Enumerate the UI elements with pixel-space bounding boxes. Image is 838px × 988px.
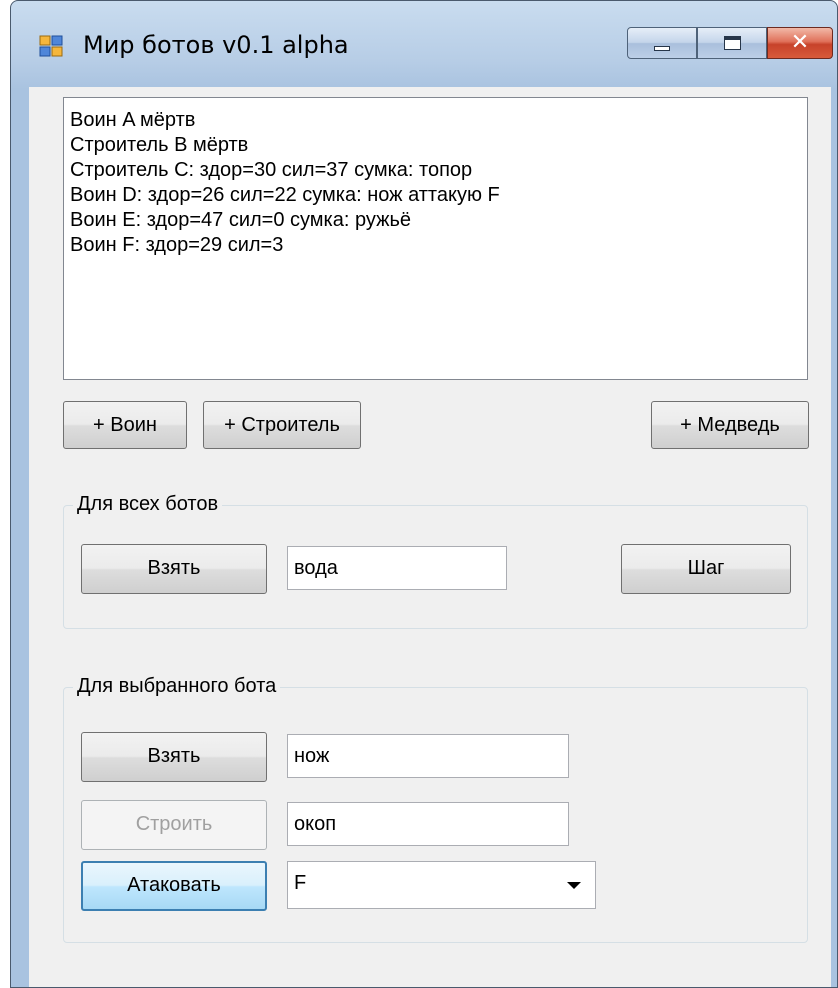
step-button[interactable]: Шаг — [621, 544, 791, 594]
chevron-down-icon[interactable] — [567, 882, 581, 889]
app-icon — [39, 35, 63, 57]
log-line[interactable]: Строитель C: здор=30 сил=37 сумка: топор — [70, 158, 801, 183]
client-area: Воин A мёртв Строитель B мёртв Строитель… — [29, 87, 831, 987]
attack-target-select[interactable]: F — [287, 861, 596, 909]
selected-bot-take-input[interactable] — [287, 734, 569, 778]
window-title: Мир ботов v0.1 alpha — [83, 31, 349, 59]
minimize-button[interactable] — [627, 27, 697, 59]
log-line[interactable]: Воин A мёртв — [70, 108, 801, 133]
minimize-icon — [628, 28, 696, 58]
attack-target-value: F — [294, 872, 307, 894]
log-line[interactable]: Воин E: здор=47 сил=0 сумка: ружьё — [70, 208, 801, 233]
add-bear-button[interactable]: + Медведь — [651, 401, 809, 449]
build-input[interactable] — [287, 802, 569, 846]
add-builder-button[interactable]: + Строитель — [203, 401, 361, 449]
all-bots-take-button[interactable]: Взять — [81, 544, 267, 594]
bot-log-list[interactable]: Воин A мёртв Строитель B мёртв Строитель… — [63, 97, 808, 380]
log-line[interactable]: Строитель B мёртв — [70, 133, 801, 158]
log-line[interactable]: Воин F: здор=29 сил=3 — [70, 233, 801, 258]
log-line[interactable]: Воин D: здор=26 сил=22 сумка: нож аттаку… — [70, 183, 801, 208]
selected-bot-take-button[interactable]: Взять — [81, 732, 267, 782]
app-window: Мир ботов v0.1 alpha ✕ Воин A мёртв Стро… — [10, 0, 838, 988]
maximize-button[interactable] — [697, 27, 767, 59]
add-warrior-button[interactable]: + Воин — [63, 401, 187, 449]
maximize-icon — [698, 28, 766, 58]
selected-bot-group-label: Для выбранного бота — [73, 675, 281, 698]
build-button[interactable]: Строить — [81, 800, 267, 850]
close-icon: ✕ — [790, 30, 810, 55]
attack-button[interactable]: Атаковать — [81, 861, 267, 911]
close-button[interactable]: ✕ — [767, 27, 833, 59]
all-bots-group-label: Для всех ботов — [73, 493, 223, 516]
all-bots-take-input[interactable] — [287, 546, 507, 590]
title-bar[interactable]: Мир ботов v0.1 alpha ✕ — [11, 1, 837, 87]
